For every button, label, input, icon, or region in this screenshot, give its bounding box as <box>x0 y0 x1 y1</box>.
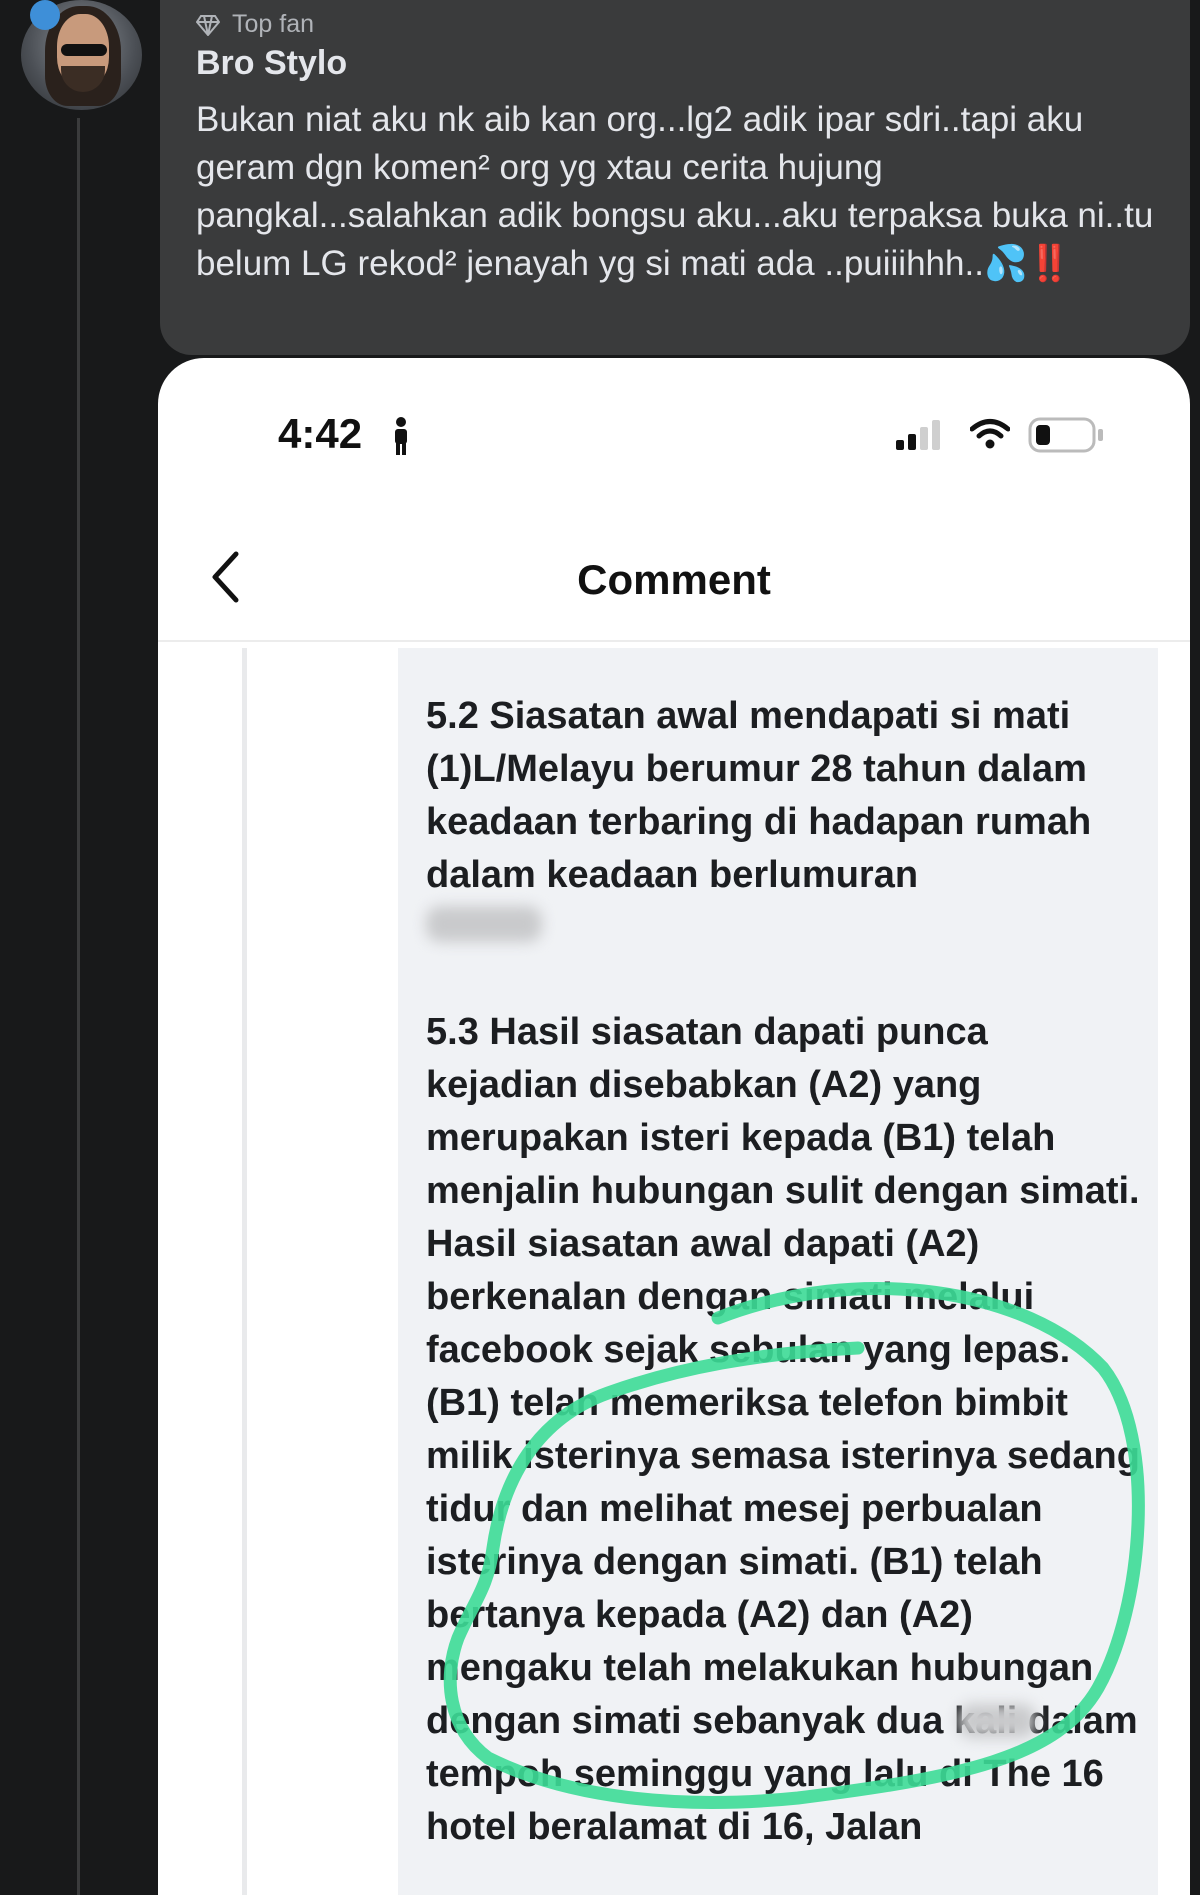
reply-thread-line <box>242 648 247 1895</box>
comment-author[interactable]: Bro Stylo <box>196 44 347 83</box>
nav-title: Comment <box>577 556 771 603</box>
report-paragraph-5-2: 5.2 Siasatan awal mendapati si mati (1)L… <box>426 695 1092 896</box>
person-icon <box>395 417 407 455</box>
top-fan-label: Top fan <box>232 10 315 38</box>
report-paragraph-5-3: 5.3 Hasil siasatan dapati punca kejadian… <box>426 1011 1140 1848</box>
status-time: 4:42 <box>278 410 363 457</box>
avatar-badge <box>30 0 60 30</box>
nav-divider <box>158 640 1190 642</box>
battery-icon <box>1028 417 1103 453</box>
comment-text: Bukan niat aku nk aib kan org...lg2 adik… <box>196 96 1156 288</box>
exclamation-emoji: ‼️ <box>1027 244 1072 283</box>
redacted-word <box>426 906 542 942</box>
thread-line <box>77 118 80 1895</box>
diamond-icon <box>196 14 220 36</box>
wifi-icon <box>970 419 1010 449</box>
top-fan-badge: Top fan <box>196 10 314 39</box>
attached-screenshot[interactable]: 4:42 Comment 5.2 Siasatan awal mendapati… <box>158 358 1190 1895</box>
redacted-word <box>958 1704 1036 1738</box>
drops-emoji: 💦 <box>983 244 1028 283</box>
signal-icon <box>896 420 940 450</box>
